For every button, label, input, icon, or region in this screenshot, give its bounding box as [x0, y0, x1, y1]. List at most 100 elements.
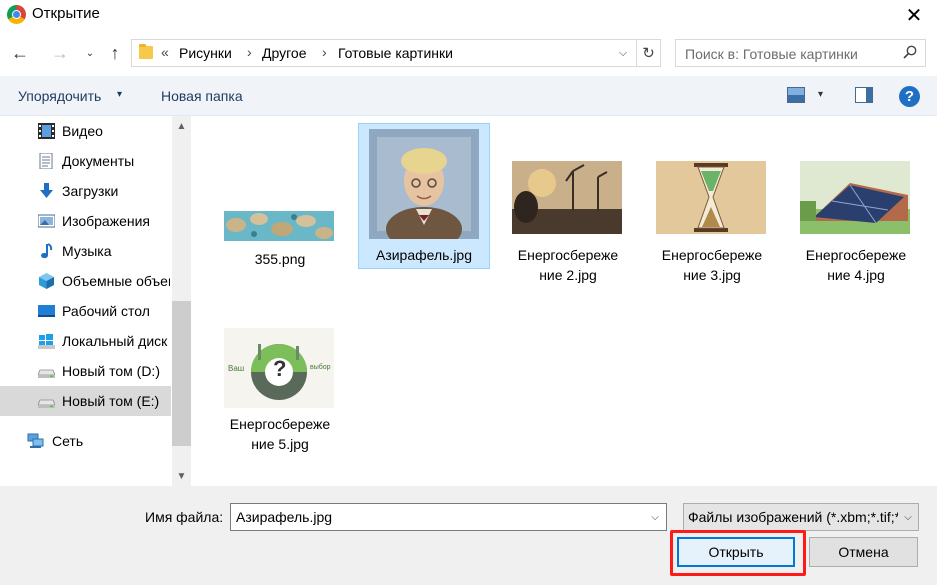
sidebar-item-video[interactable]: Видео — [0, 116, 171, 146]
file-name-line-1: Енергосбереже — [229, 416, 331, 432]
up-button[interactable]: ↑ — [104, 40, 126, 66]
music-icon — [41, 243, 53, 259]
sidebar-item-label: Новый том (E:) — [62, 393, 160, 409]
file-item-energy-5[interactable]: ? Ваш выбор Енергосбереже ние 5.jpg — [214, 326, 346, 472]
file-item-energy-2[interactable]: Енергосбереже ние 2.jpg — [502, 123, 634, 289]
recent-locations-button[interactable]: ⌄ — [82, 40, 98, 66]
drive-icon — [38, 369, 55, 378]
breadcrumb-separator-icon[interactable]: › — [247, 44, 252, 60]
scrollbar-thumb[interactable] — [172, 301, 191, 446]
file-name-line-2: ние 3.jpg — [683, 267, 741, 283]
sidebar-item-local-disk[interactable]: Локальный диск (C:) — [0, 326, 171, 356]
question-mark-icon: ? — [273, 356, 287, 381]
change-view-icon[interactable] — [787, 87, 805, 103]
sidebar-item-label: Музыка — [62, 243, 112, 259]
thumbnail-caption-left: Ваш — [228, 364, 245, 373]
title-bar: Открытие ✕ — [0, 0, 937, 30]
back-button[interactable]: ← — [8, 40, 32, 66]
view-options-caret-icon[interactable]: ▾ — [818, 89, 823, 100]
sidebar-item-label: Локальный диск (C:) — [62, 333, 170, 349]
file-name-line-1: Енергосбереже — [517, 247, 619, 263]
scroll-up-icon[interactable]: ▲ — [172, 116, 191, 136]
sidebar-item-desktop[interactable]: Рабочий стол — [0, 296, 171, 326]
sidebar-item-label: Новый том (D:) — [62, 363, 160, 379]
forward-button[interactable]: → — [48, 40, 72, 66]
3d-objects-icon — [39, 273, 54, 289]
filename-label: Имя файла: — [145, 509, 224, 525]
file-type-select[interactable]: Файлы изображений (*.xbm;*.tif;*.pjp;*.s… — [683, 503, 919, 531]
filename-dropdown-icon[interactable]: ⌵ — [646, 504, 664, 530]
organize-caret-icon[interactable]: ▾ — [117, 89, 122, 100]
close-button[interactable]: ✕ — [891, 0, 937, 30]
search-icon[interactable] — [903, 45, 917, 59]
filename-field[interactable]: Азирафель.jpg ⌵ — [230, 503, 667, 531]
sidebar-item-3d-objects[interactable]: Объемные объекты — [0, 266, 171, 296]
command-bar: Упорядочить ▾ Новая папка ▾ ? — [0, 76, 937, 116]
file-item-energy-3[interactable]: Енергосбереже ние 3.jpg — [646, 123, 778, 289]
organize-button[interactable]: Упорядочить — [18, 88, 101, 104]
breadcrumb-ready-pictures[interactable]: Готовые картинки — [338, 45, 453, 61]
cancel-button[interactable]: Отмена — [809, 537, 918, 567]
open-button[interactable]: Открыть — [677, 537, 795, 567]
solar-panels-thumbnail — [800, 161, 910, 234]
sidebar-item-volume-e[interactable]: Новый том (E:) — [0, 386, 171, 416]
sidebar-item-documents[interactable]: Документы — [0, 146, 171, 176]
sidebar-item-downloads[interactable]: Загрузки — [0, 176, 171, 206]
dialog-footer: Имя файла: Азирафель.jpg ⌵ Файлы изображ… — [0, 486, 937, 585]
downloads-icon — [40, 183, 53, 198]
search-box[interactable]: Поиск в: Готовые картинки — [675, 39, 926, 67]
portrait-thumbnail — [369, 129, 479, 239]
search-input[interactable]: Поиск в: Готовые картинки — [685, 46, 858, 62]
filename-value[interactable]: Азирафель.jpg — [236, 509, 332, 525]
sidebar-item-pictures[interactable]: Изображения — [0, 206, 171, 236]
file-name-line-2: ние 2.jpg — [539, 267, 597, 283]
sidebar-item-volume-d[interactable]: Новый том (D:) — [0, 356, 171, 386]
file-item-355[interactable]: 355.png — [214, 123, 346, 269]
help-icon[interactable]: ? — [899, 86, 920, 107]
video-icon — [38, 123, 55, 139]
file-item-energy-4[interactable]: Енергосбереже ние 4.jpg — [790, 123, 922, 289]
sidebar-item-label: Загрузки — [62, 183, 119, 199]
chrome-icon — [7, 5, 26, 24]
breadcrumb-separator-icon[interactable]: › — [322, 44, 327, 60]
navigation-pane: Видео Документы Загрузки Изображения Муз… — [0, 116, 191, 486]
sidebar-item-music[interactable]: Музыка — [0, 236, 171, 266]
sidebar-scrollbar[interactable]: ▲ ▼ — [172, 116, 191, 486]
new-folder-button[interactable]: Новая папка — [161, 88, 243, 104]
address-dropdown-icon[interactable]: ⌵ — [612, 40, 634, 66]
file-item-aziraphale[interactable]: Азирафель.jpg — [358, 123, 490, 269]
sidebar-item-label: Объемные объекты — [62, 273, 170, 289]
desktop-icon — [38, 305, 55, 317]
sidebar-item-label: Видео — [62, 123, 103, 139]
documents-icon — [39, 153, 53, 169]
breadcrumb-pictures[interactable]: Рисунки — [179, 45, 232, 61]
windows-drive-icon — [38, 334, 55, 349]
sidebar-item-label: Изображения — [62, 213, 150, 229]
file-name-line-2: ние 4.jpg — [827, 267, 885, 283]
sidebar-item-label: Сеть — [52, 433, 84, 449]
file-type-dropdown-icon[interactable]: ⌵ — [900, 504, 916, 530]
file-type-value[interactable]: Файлы изображений (*.xbm;*.tif;*.pjp;*.s… — [688, 509, 898, 525]
pictures-icon — [38, 214, 55, 228]
scroll-down-icon[interactable]: ▼ — [172, 466, 191, 486]
map-thumbnail — [224, 211, 334, 241]
hourglass-thumbnail — [656, 161, 766, 234]
breadcrumb-other[interactable]: Другое — [262, 45, 306, 61]
energy-choice-thumbnail: ? Ваш выбор — [224, 328, 334, 408]
address-overflow-icon[interactable]: « — [161, 44, 169, 60]
network-icon — [27, 433, 44, 448]
address-bar[interactable]: « Рисунки › Другое › Готовые картинки ⌵ … — [131, 39, 661, 67]
file-name: 355.png — [254, 251, 306, 267]
refresh-icon[interactable]: ↻ — [636, 40, 660, 66]
file-name-line-2: ние 5.jpg — [251, 436, 309, 452]
sidebar-item-label: Рабочий стол — [62, 303, 150, 319]
wind-turbines-thumbnail — [512, 161, 622, 234]
preview-pane-icon[interactable] — [855, 87, 873, 103]
file-name-line-1: Енергосбереже — [805, 247, 907, 263]
sidebar-item-network[interactable]: Сеть — [0, 426, 171, 456]
drive-icon — [38, 399, 55, 408]
file-list: 355.png Азирафель.jpg Енергосбереже ние … — [191, 116, 937, 486]
window-title: Открытие — [32, 5, 100, 22]
file-name: Азирафель.jpg — [375, 247, 473, 263]
sidebar-item-label: Документы — [62, 153, 135, 169]
